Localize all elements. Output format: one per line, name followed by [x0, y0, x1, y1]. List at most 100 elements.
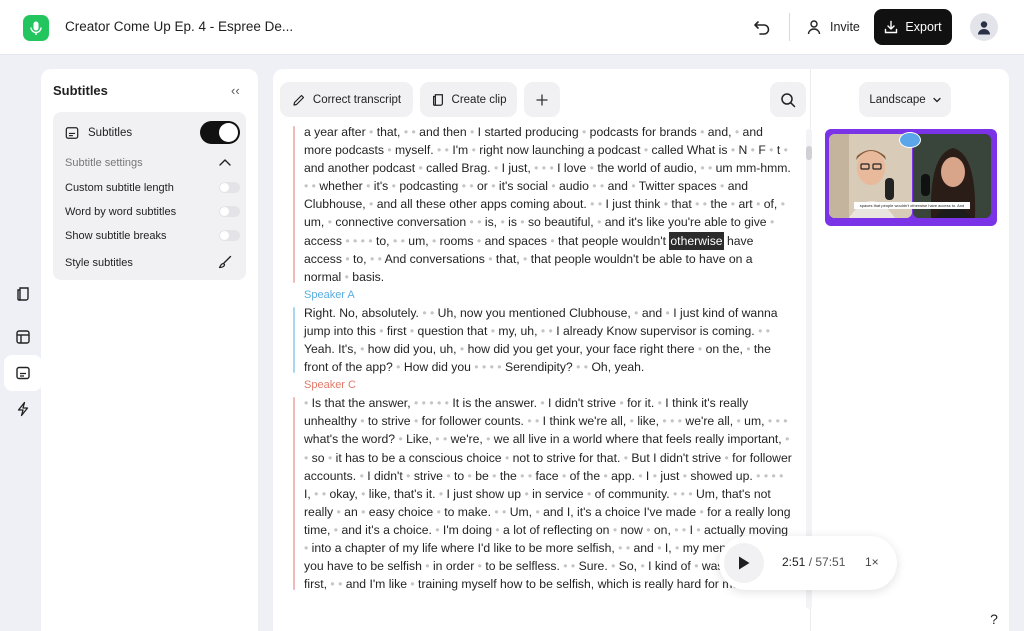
rail-magic-button[interactable]	[6, 392, 40, 426]
podcast-logo-badge	[899, 132, 921, 148]
pause-marker: •	[597, 197, 603, 212]
project-title[interactable]: Creator Come Up Ep. 4 - Espree De...	[65, 19, 293, 34]
pause-marker: •	[304, 179, 309, 194]
pause-marker: •	[345, 233, 350, 248]
pause-marker: •	[369, 251, 375, 266]
transcript-paragraph[interactable]: • Is that the answer, • • • • • It is th…	[293, 394, 793, 593]
pause-marker: •	[681, 522, 687, 537]
playback-speed-button[interactable]: 1×	[865, 555, 879, 569]
rail-clips-button[interactable]	[6, 277, 40, 311]
pause-marker: •	[695, 197, 700, 212]
pause-marker: •	[353, 233, 358, 248]
pause-marker: •	[769, 143, 774, 158]
rail-subtitles-button[interactable]	[4, 355, 42, 391]
help-button[interactable]: ?	[982, 608, 1006, 631]
transcript-paragraph[interactable]: a year after • that, • • and then • I st…	[293, 123, 793, 286]
invite-button[interactable]: Invite	[806, 14, 860, 40]
custom-subtitle-length-toggle[interactable]	[219, 182, 240, 193]
search-icon	[781, 92, 796, 107]
pause-marker: •	[435, 522, 440, 537]
pause-marker: •	[548, 323, 553, 338]
create-clip-button[interactable]: Create clip	[420, 82, 517, 117]
show-breaks-toggle[interactable]	[219, 230, 240, 241]
top-bar: Creator Come Up Ep. 4 - Espree De... Inv…	[0, 0, 1024, 55]
pause-marker: •	[366, 179, 371, 194]
pause-marker: •	[783, 143, 788, 158]
video-preview[interactable]: spaces that people wouldn't otherwise ha…	[825, 129, 997, 226]
pause-marker: •	[497, 360, 502, 375]
pause-marker: •	[413, 414, 419, 429]
invite-label: Invite	[830, 20, 860, 34]
transcript-paragraph[interactable]: Right. No, absolutely. • • Uh, now you m…	[293, 304, 793, 376]
brush-icon[interactable]	[217, 254, 233, 270]
style-subtitles-label[interactable]: Style subtitles	[65, 257, 133, 269]
pause-marker: •	[590, 197, 595, 212]
chevron-up-icon[interactable]	[218, 156, 232, 168]
pause-marker: •	[550, 233, 555, 248]
pause-marker: •	[430, 305, 435, 320]
app-logo[interactable]	[23, 15, 49, 41]
pause-marker: •	[662, 414, 667, 429]
speaker-label[interactable]: Speaker C	[293, 376, 793, 394]
word-by-word-toggle[interactable]	[219, 206, 240, 217]
pause-marker: •	[304, 540, 309, 555]
pause-marker: •	[398, 432, 403, 447]
subtitle-settings-label: Subtitle settings	[65, 157, 143, 169]
undo-icon[interactable]	[752, 17, 772, 37]
pause-marker: •	[330, 577, 335, 592]
search-button[interactable]	[770, 82, 806, 117]
transcript[interactable]: a year after • that, • • and then • I st…	[293, 123, 793, 623]
pause-marker: •	[589, 161, 594, 176]
selected-word[interactable]: otherwise	[669, 231, 724, 250]
pause-marker: •	[502, 504, 507, 519]
pause-marker: •	[520, 215, 525, 230]
pause-marker: •	[438, 486, 444, 501]
correct-transcript-button[interactable]: Correct transcript	[280, 82, 413, 117]
export-button[interactable]: Export	[874, 9, 952, 45]
pause-marker: •	[643, 143, 649, 158]
pause-marker: •	[391, 179, 396, 194]
pause-marker: •	[432, 233, 437, 248]
transcript-text[interactable]: Right. No, absolutely. • • Uh, now you m…	[304, 306, 778, 374]
pause-marker: •	[413, 396, 419, 411]
avatar[interactable]	[970, 13, 998, 41]
transcript-scroll-thumb[interactable]	[806, 146, 812, 160]
pause-marker: •	[488, 251, 493, 266]
pause-marker: •	[304, 450, 309, 465]
pause-marker: •	[750, 143, 755, 158]
pause-marker: •	[500, 215, 505, 230]
pause-marker: •	[474, 360, 479, 375]
speaker-label[interactable]: Speaker A	[293, 286, 793, 304]
clips-icon	[432, 93, 443, 106]
pause-marker: •	[425, 559, 430, 574]
subtitles-toggle[interactable]	[200, 121, 240, 144]
pause-marker: •	[758, 323, 763, 338]
subtitles-label: Subtitles	[88, 127, 133, 139]
pencil-icon	[293, 94, 305, 106]
pause-marker: •	[392, 233, 398, 248]
pause-marker: •	[597, 215, 602, 230]
collapse-panel-button[interactable]: ‹‹	[231, 83, 240, 98]
layout-select[interactable]: Landscape	[859, 82, 951, 117]
pause-marker: •	[360, 414, 365, 429]
pause-marker: •	[652, 468, 657, 483]
add-button[interactable]	[524, 82, 560, 117]
panel-title: Subtitles	[53, 83, 108, 98]
pause-marker: •	[640, 559, 645, 574]
pause-marker: •	[697, 342, 703, 357]
pause-marker: •	[410, 577, 415, 592]
pause-marker: •	[612, 522, 618, 537]
pause-marker: •	[311, 179, 316, 194]
pause-marker: •	[561, 468, 567, 483]
pause-marker: •	[429, 396, 434, 411]
chevron-down-icon	[932, 97, 941, 102]
pause-marker: •	[491, 179, 496, 194]
profile-icon	[978, 21, 990, 35]
pause-marker: •	[657, 396, 662, 411]
transcript-text[interactable]: a year after • that, • • and then • I st…	[304, 125, 791, 248]
pause-marker: •	[369, 197, 374, 212]
rail-layout-button[interactable]	[6, 320, 40, 354]
play-button[interactable]	[724, 543, 764, 583]
pause-marker: •	[663, 197, 669, 212]
pause-marker: •	[682, 468, 688, 483]
